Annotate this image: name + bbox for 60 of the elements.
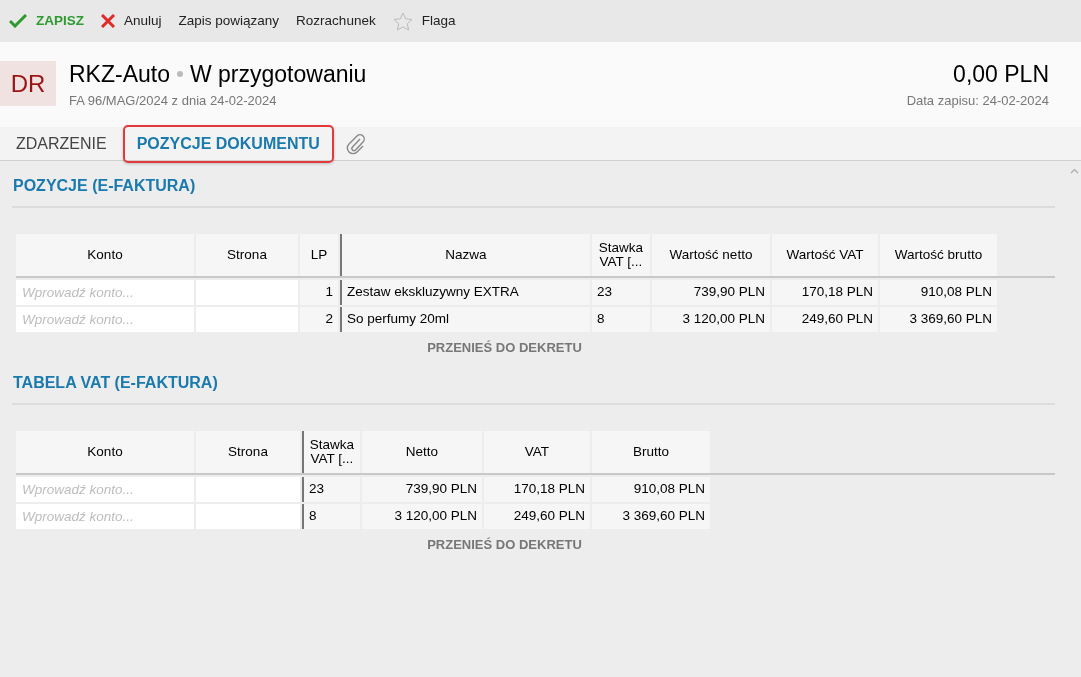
column-header[interactable]: Strona [196,234,298,276]
column-header[interactable]: Wartość VAT [772,234,878,276]
table-cell: 3 120,00 PLN [652,307,770,332]
table-cell: So perfumy 20ml [340,307,590,332]
table-cell: 3 120,00 PLN [362,503,482,529]
table-cell: 8 [302,503,360,529]
table-cell: 249,60 PLN [484,503,590,529]
table-cell: 23 [302,476,360,502]
toolbar-button[interactable]: Anuluj [101,10,162,32]
document-subtitle: FA 96/MAG/2024 z dnia 24-02-2024 [69,92,278,110]
table-cell: 739,90 PLN [362,476,482,502]
document-status: W przygotowaniu [190,60,367,89]
scroll-up-icon[interactable] [1069,168,1079,174]
table-cell: 1 [300,280,338,305]
table-cell: 8 [592,307,650,332]
tab[interactable]: ZDARZENIE [4,124,119,163]
document-type-badge: DR [0,61,56,106]
section-title: TABELA VAT (E-FAKTURA) [13,372,219,393]
table-cell: 910,08 PLN [592,476,710,502]
column-header[interactable]: Konto [16,430,194,473]
table-cell: 3 369,60 PLN [880,307,997,332]
toolbar-button[interactable]: Flaga [392,10,456,32]
account-input[interactable]: Wprowadź konto... [16,503,194,529]
checkmark-icon [9,14,27,28]
section-title: POZYCJE (E-FAKTURA) [13,176,197,196]
transfer-button[interactable]: PRZENIEŚ DO DEKRETU [423,338,586,358]
table-cell: 23 [592,280,650,305]
column-header[interactable]: Nazwa [340,234,590,276]
toolbar-button[interactable]: Zapis powiązany [178,10,280,32]
column-header[interactable]: Netto [362,430,482,473]
column-header[interactable]: Strona [196,430,300,473]
table-cell: 249,60 PLN [772,307,878,332]
document-title: RKZ-Auto [69,60,170,89]
account-input[interactable]: Wprowadź konto... [16,476,194,502]
table-cell: 3 369,60 PLN [592,503,710,529]
column-header[interactable]: LP [300,234,338,276]
table-cell: 910,08 PLN [880,280,997,305]
table-cell: 739,90 PLN [652,280,770,305]
column-header[interactable]: Stawka VAT [... [302,430,360,473]
column-header[interactable]: Wartość netto [652,234,770,276]
side-field[interactable] [196,476,300,502]
column-header[interactable]: VAT [484,430,590,473]
column-header[interactable]: Brutto [592,430,710,473]
close-icon [101,14,115,28]
column-header[interactable]: Wartość brutto [880,234,997,276]
table-cell: 170,18 PLN [484,476,590,502]
star-icon [392,11,413,31]
column-header[interactable]: Stawka VAT [... [592,234,650,276]
paperclip-icon [345,132,366,155]
toolbar-button[interactable]: Rozrachunek [296,10,376,32]
account-input[interactable]: Wprowadź konto... [16,307,194,332]
account-input[interactable]: Wprowadź konto... [16,280,194,305]
table-cell: 170,18 PLN [772,280,878,305]
document-amount: 0,00 PLN [953,60,1049,89]
transfer-button[interactable]: PRZENIEŚ DO DEKRETU [423,534,586,554]
tab[interactable]: POZYCJE DOKUMENTU [122,124,334,163]
table-cell: Zestaw ekskluzywny EXTRA [340,280,590,305]
table-cell: 2 [300,307,338,332]
save-date: Data zapisu: 24-02-2024 [906,92,1049,110]
column-header[interactable]: Konto [16,234,194,276]
